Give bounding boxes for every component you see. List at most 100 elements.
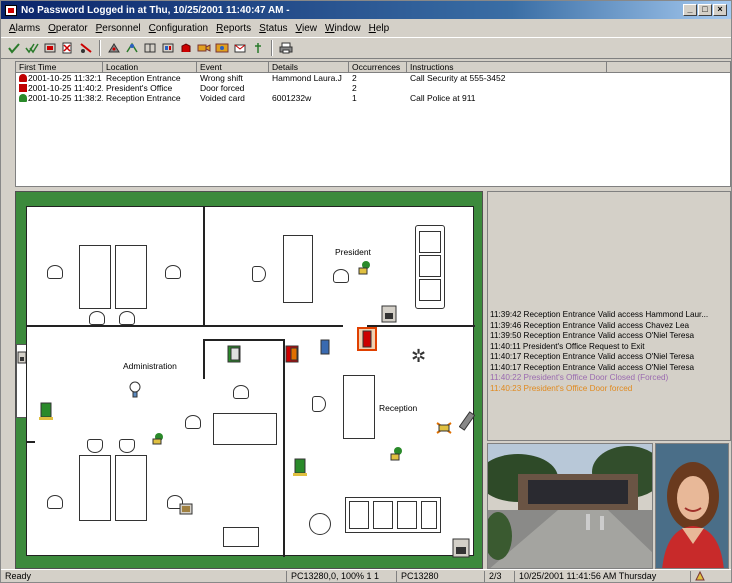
event-line[interactable]: 11:39:50 Reception Entrance Valid access… <box>490 331 730 342</box>
president-door-forced-icon[interactable] <box>357 327 377 351</box>
status-host: PC13280 <box>397 570 485 582</box>
desk <box>115 245 147 309</box>
menu-configuration[interactable]: Configuration <box>145 23 213 34</box>
door-red-icon[interactable] <box>285 345 299 363</box>
event-line[interactable]: 11:40:17 Reception Entrance Valid access… <box>490 352 730 363</box>
chair <box>252 266 266 282</box>
status-alert-icon <box>691 570 709 582</box>
reception-door-icon[interactable] <box>293 457 309 479</box>
badge-icon[interactable] <box>105 40 122 57</box>
cardholder-photo-image <box>656 444 728 568</box>
title-bar[interactable]: No Password Logged in at Thu, 10/25/2001… <box>1 1 731 19</box>
menu-status[interactable]: Status <box>255 23 291 34</box>
sofa-cushion <box>419 255 441 277</box>
camera-video[interactable] <box>487 443 653 569</box>
printer-icon[interactable] <box>179 503 193 515</box>
camera-icon[interactable] <box>195 40 212 57</box>
status-page: 2/3 <box>485 570 515 582</box>
alarm-list-header: First Time Location Event Details Occurr… <box>16 62 730 73</box>
alarm-zone-icon[interactable] <box>177 40 194 57</box>
column-event[interactable]: Event <box>197 62 269 72</box>
print-icon[interactable] <box>277 40 294 57</box>
mail-icon[interactable] <box>231 40 248 57</box>
sofa-cushion <box>397 501 417 529</box>
purge-icon[interactable] <box>77 40 94 57</box>
event-line[interactable]: 11:39:46 Reception Entrance Valid access… <box>490 321 730 332</box>
chair <box>119 439 135 453</box>
admin-door-icon[interactable] <box>39 401 53 423</box>
table-row[interactable]: 2001-10-25 11:40:2... President's Office… <box>16 83 730 93</box>
status-datetime: 10/25/2001 11:41:56 AM Thursday <box>515 570 691 582</box>
clear-alarm-icon[interactable] <box>59 40 76 57</box>
chair <box>233 385 249 399</box>
column-location[interactable]: Location <box>103 62 197 72</box>
cardholder-icon[interactable] <box>123 40 140 57</box>
close-button[interactable]: × <box>713 4 727 16</box>
chair <box>47 495 63 509</box>
column-first-time[interactable]: First Time <box>16 62 103 72</box>
cardholder-marker-icon[interactable] <box>357 259 373 277</box>
status-bar: Ready PC13280,0, 100% 1 1 PC13280 2/3 10… <box>1 569 731 582</box>
sofa-cushion <box>373 501 393 529</box>
cardholder-marker-icon[interactable] <box>151 429 167 445</box>
reader-icon[interactable] <box>159 40 176 57</box>
plant-icon: ✲ <box>411 346 427 366</box>
chair <box>165 265 181 279</box>
chair <box>47 265 63 279</box>
door-icon[interactable] <box>141 40 158 57</box>
acknowledge-icon[interactable] <box>5 40 22 57</box>
room-label-president: President <box>335 247 371 257</box>
menu-window[interactable]: Window <box>321 23 365 34</box>
wall <box>27 441 35 443</box>
event-line[interactable]: 11:40:23 President's Office Door forced <box>490 384 730 395</box>
user-icon[interactable] <box>249 40 266 57</box>
desk <box>343 375 375 439</box>
table-row[interactable]: 2001-10-25 11:32:1 Reception Entrance Wr… <box>16 73 730 83</box>
acknowledge-all-icon[interactable] <box>23 40 40 57</box>
minimize-button[interactable]: _ <box>683 4 697 16</box>
voided-card-icon[interactable] <box>435 421 453 435</box>
sofa-cushion <box>419 231 441 253</box>
floor-plan[interactable]: Administration President Reception ✲ <box>15 191 483 569</box>
wall <box>203 339 283 341</box>
camera-marker-icon[interactable] <box>459 411 475 433</box>
event-line[interactable]: 11:40:11 President's Office Request to E… <box>490 342 730 353</box>
reader-blue-icon[interactable] <box>319 339 331 357</box>
maximize-button[interactable]: □ <box>698 4 712 16</box>
event-line[interactable]: 11:40:17 Reception Entrance Valid access… <box>490 363 730 374</box>
toolbar-separator <box>99 40 101 56</box>
event-log-body: 11:39:42 Reception Entrance Valid access… <box>490 310 730 394</box>
menu-view[interactable]: View <box>292 23 322 34</box>
bulb-icon[interactable] <box>129 381 141 399</box>
room-label-administration: Administration <box>123 361 177 371</box>
monitor-icon[interactable] <box>213 40 230 57</box>
column-instructions[interactable]: Instructions <box>407 62 607 72</box>
wall <box>27 325 203 327</box>
sofa-cushion <box>421 501 437 529</box>
door-green-icon[interactable] <box>227 345 241 363</box>
cardholder-marker-icon[interactable] <box>389 445 405 463</box>
desk <box>115 455 147 521</box>
menu-alarms[interactable]: Alarms <box>5 23 44 34</box>
app-icon[interactable] <box>5 4 17 16</box>
menu-help[interactable]: Help <box>365 23 394 34</box>
silence-icon[interactable] <box>41 40 58 57</box>
menu-reports[interactable]: Reports <box>212 23 255 34</box>
table-row[interactable]: 2001-10-25 11:38:2... Reception Entrance… <box>16 93 730 103</box>
event-line[interactable]: 11:40:22 President's Office Door Closed … <box>490 373 730 384</box>
panel-icon[interactable] <box>381 305 397 323</box>
menu-personnel[interactable]: Personnel <box>92 23 145 34</box>
chair <box>312 396 326 412</box>
event-log[interactable]: 11:39:42 Reception Entrance Valid access… <box>487 191 731 441</box>
menu-operator[interactable]: Operator <box>44 23 91 34</box>
window-title: No Password Logged in at Thu, 10/25/2001… <box>21 4 290 16</box>
column-details[interactable]: Details <box>269 62 349 72</box>
room-label-reception: Reception <box>379 403 418 413</box>
chair <box>309 513 331 535</box>
panel-icon[interactable] <box>452 538 470 558</box>
event-line[interactable]: 11:39:42 Reception Entrance Valid access… <box>490 310 730 321</box>
building-floor: Administration President Reception ✲ <box>26 206 475 557</box>
chair <box>333 269 349 283</box>
cardholder-photo <box>655 443 729 569</box>
column-occurrences[interactable]: Occurrences <box>349 62 407 72</box>
